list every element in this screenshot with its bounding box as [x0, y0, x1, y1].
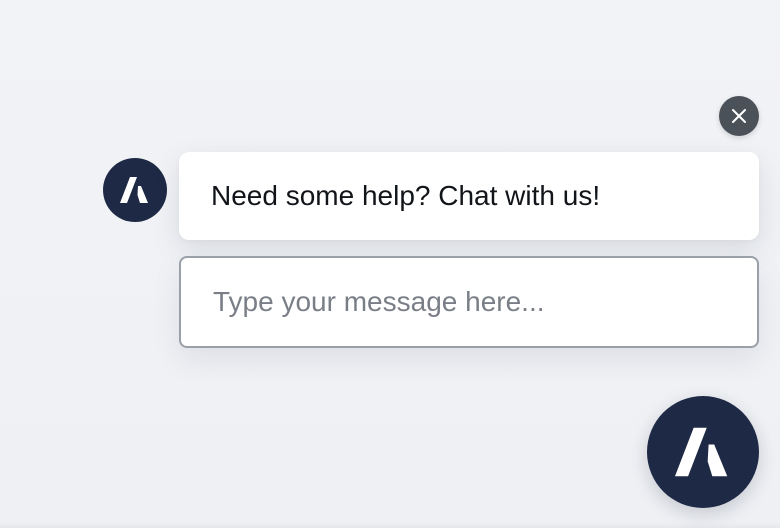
greeting-bubble: Need some help? Chat with us!	[179, 152, 759, 240]
brand-logo-icon	[675, 427, 728, 477]
brand-logo-icon	[120, 177, 148, 203]
agent-avatar	[103, 158, 167, 222]
message-input[interactable]	[179, 256, 759, 348]
chat-launcher-button[interactable]	[647, 396, 759, 508]
close-icon	[732, 109, 746, 123]
greeting-text: Need some help? Chat with us!	[211, 180, 601, 211]
close-chat-button[interactable]	[719, 96, 759, 136]
page-bottom-edge	[0, 522, 780, 528]
